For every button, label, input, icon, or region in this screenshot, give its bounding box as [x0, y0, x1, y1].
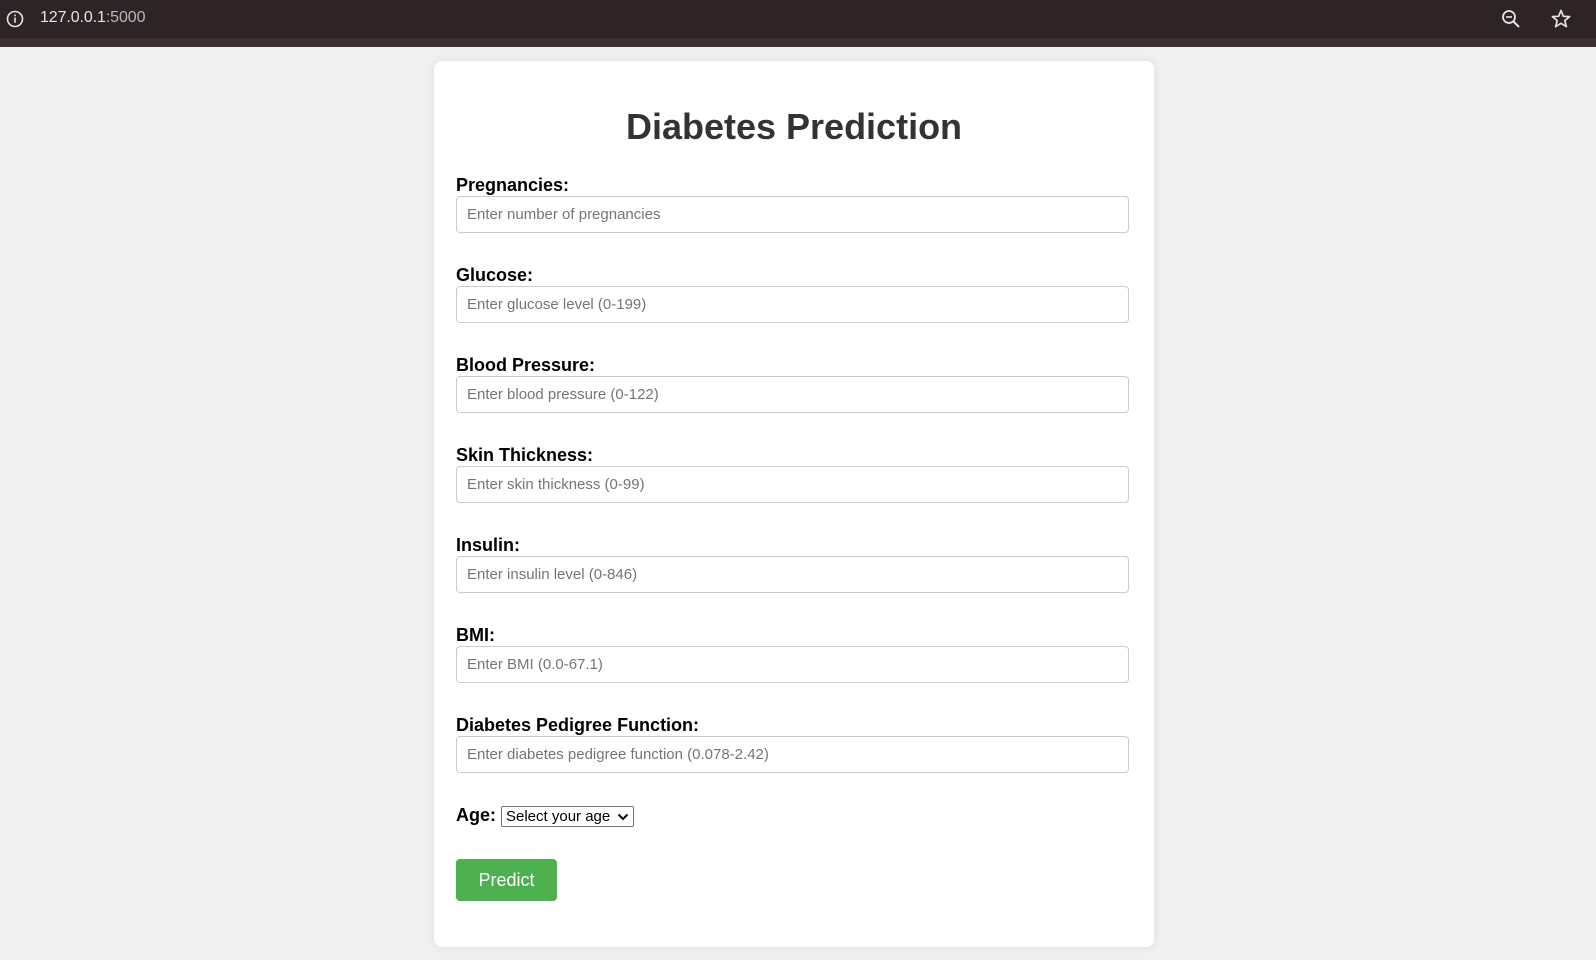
age-select[interactable]: Select your age [501, 806, 634, 827]
address-bar[interactable]: 127.0.0.1:5000 [0, 0, 1596, 38]
pregnancies-label: Pregnancies: [456, 175, 570, 195]
bmi-label: BMI: [456, 625, 495, 645]
pedigree-input[interactable] [456, 736, 1129, 773]
chevron-down-icon [617, 813, 629, 820]
insulin-label: Insulin: [456, 535, 520, 555]
insulin-input[interactable] [456, 556, 1129, 593]
age-select-value: Select your age [506, 808, 611, 825]
url-text[interactable]: 127.0.0.1:5000 [40, 9, 145, 27]
star-icon[interactable] [1550, 8, 1572, 30]
predict-button[interactable]: Predict [456, 859, 557, 901]
blood-pressure-input[interactable] [456, 376, 1129, 413]
zoom-icon[interactable] [1500, 8, 1522, 30]
url-host: 127.0.0.1 [40, 9, 106, 26]
toolbar-divider [0, 38, 1596, 47]
page-title: Diabetes Prediction [625, 106, 963, 147]
glucose-label: Glucose: [456, 265, 534, 285]
bmi-input[interactable] [456, 646, 1129, 683]
glucose-input[interactable] [456, 286, 1129, 323]
age-label: Age: [456, 805, 496, 825]
url-port: :5000 [105, 9, 146, 26]
pregnancies-input[interactable] [456, 196, 1129, 233]
skin-thickness-label: Skin Thickness: [456, 445, 594, 465]
info-icon[interactable] [4, 8, 26, 30]
pedigree-label: Diabetes Pedigree Function: [456, 715, 700, 735]
blood-pressure-label: Blood Pressure: [456, 355, 596, 375]
skin-thickness-input[interactable] [456, 466, 1129, 503]
